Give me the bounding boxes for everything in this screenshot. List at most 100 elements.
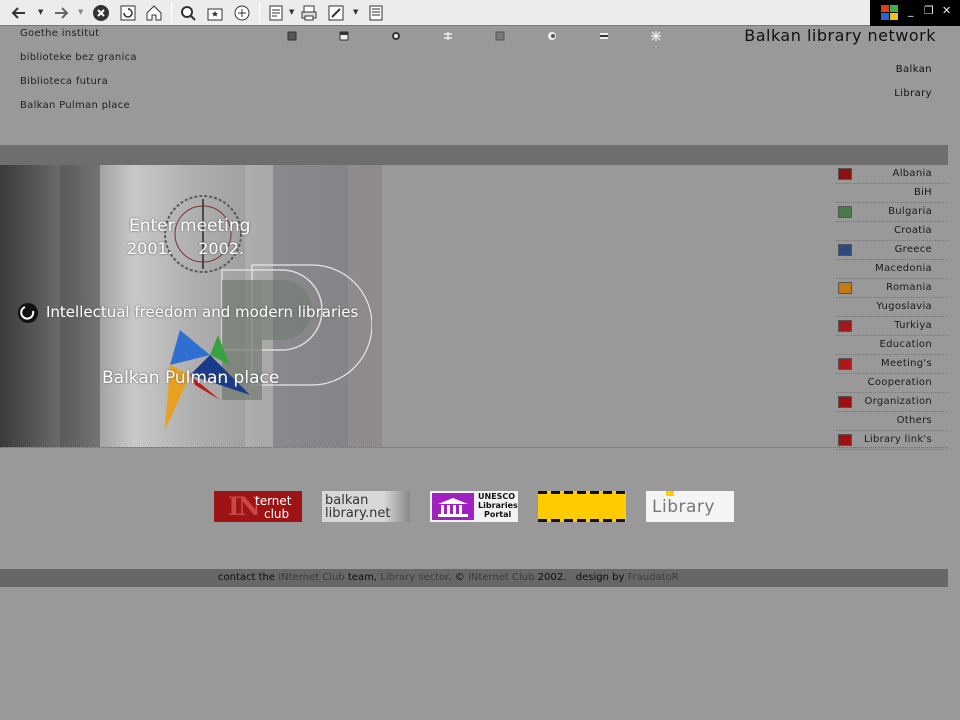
link-balkan-pulman-place[interactable]: Balkan Pulman place — [20, 99, 137, 123]
header-subtitle-library: Library — [894, 88, 932, 99]
nav-item-organization[interactable]: Organization — [836, 393, 948, 412]
history-dropdown-icon[interactable]: ▼ — [289, 8, 294, 16]
nav-item-yugoslavia[interactable]: Yugoslavia — [836, 298, 948, 317]
nav-item-label: Albania — [892, 168, 932, 179]
balkan-pulman-link[interactable]: Balkan Pulman place — [102, 368, 279, 388]
forward-icon[interactable] — [50, 3, 72, 23]
history-icon[interactable] — [265, 3, 287, 23]
mini-icon-8[interactable] — [650, 30, 662, 42]
nav-item-label: BiH — [913, 187, 932, 198]
windows-logo-area: _ ❐ ✕ — [870, 0, 960, 26]
media-icon[interactable] — [231, 3, 253, 23]
balkan-library-net-banner[interactable]: balkan library.net — [322, 491, 410, 522]
nav-item-label: Education — [879, 339, 932, 350]
header-band — [0, 145, 948, 165]
edit-icon[interactable] — [325, 3, 347, 23]
library-net-text: library.net — [325, 506, 391, 521]
forward-dropdown-icon[interactable]: ▼ — [78, 8, 83, 16]
flag-icon — [838, 206, 852, 218]
print-icon[interactable] — [298, 3, 320, 23]
internet-club-logo-letters: IN — [228, 492, 261, 521]
stop-icon[interactable] — [90, 3, 112, 23]
nav-item-croatia[interactable]: Croatia — [836, 222, 948, 241]
x-icon — [838, 320, 852, 332]
mini-icon-1[interactable] — [286, 30, 298, 42]
nav-item-turkiya[interactable]: Turkiya — [836, 317, 948, 336]
nav-item-bih[interactable]: BiH — [836, 184, 948, 203]
back-icon[interactable] — [8, 3, 30, 23]
header-subtitle-balkan: Balkan — [895, 64, 932, 75]
restore-icon[interactable]: ❐ — [924, 4, 934, 17]
unesco-libraries-portal-banner[interactable]: UNESCO Libraries Portal — [430, 491, 518, 522]
library-banner-text: Library — [652, 497, 715, 517]
intellectual-freedom-link[interactable]: Intellectual freedom and modern librarie… — [46, 303, 358, 321]
browser-toolbar: ▼ ▼ ▼ ▼ _ ❐ ✕ — [0, 0, 960, 26]
nav-item-label: Greece — [894, 244, 932, 255]
content-divider — [0, 447, 948, 448]
toolbar-separator — [171, 3, 172, 23]
nav-item-cooperation[interactable]: Cooperation — [836, 374, 948, 393]
meeting-years-link[interactable]: 2001. 2002. — [127, 239, 244, 258]
dash-border-bottom — [538, 519, 626, 522]
library-banner[interactable]: Library — [646, 491, 734, 522]
discuss-icon[interactable] — [365, 3, 387, 23]
back-dropdown-icon[interactable]: ▼ — [38, 8, 43, 16]
nav-item-macedonia[interactable]: Macedonia — [836, 260, 948, 279]
footer-fraudator-link[interactable]: FraudatoR — [628, 572, 679, 583]
mini-icon-2[interactable] — [338, 30, 350, 42]
internet-club-text-top: ternet — [255, 494, 292, 508]
unesco-logo-icon — [432, 493, 474, 520]
mini-icon-7[interactable] — [598, 30, 610, 42]
nav-item-albania[interactable]: Albania — [836, 165, 948, 184]
nav-item-label: Romania — [886, 282, 932, 293]
footer-text-1: contact the — [218, 572, 279, 583]
main-banner: Enter meeting 2001. 2002. Intellectual f… — [0, 165, 382, 447]
nav-item-label: Meeting's — [881, 358, 932, 369]
nav-item-label: Croatia — [893, 225, 932, 236]
red-square-icon — [838, 168, 852, 180]
link-biblioteke-bez-granica[interactable]: biblioteke bez granica — [20, 51, 137, 75]
nav-item-bulgaria[interactable]: Bulgaria — [836, 203, 948, 222]
minimize-icon[interactable]: _ — [908, 4, 914, 17]
mini-icon-5[interactable] — [494, 30, 506, 42]
unesco-text-2: Libraries — [478, 501, 518, 510]
mini-icon-4[interactable] — [442, 30, 454, 42]
library-banner-accent — [666, 491, 674, 496]
nav-item-meeting-s[interactable]: Meeting's — [836, 355, 948, 374]
footer-bar: contact the INternet Club team, Library … — [0, 569, 948, 587]
footer-internet-club-link[interactable]: INternet Club — [278, 572, 344, 583]
search-icon[interactable] — [177, 3, 199, 23]
nav-item-education[interactable]: Education — [836, 336, 948, 355]
nav-item-label: Others — [896, 415, 932, 426]
footer-text-3: . © — [448, 572, 468, 583]
footer-credits: contact the INternet Club team, Library … — [218, 572, 679, 583]
internet-club-banner[interactable]: IN ternet club — [214, 491, 302, 522]
side-nav: Albania BiH Bulgaria Croatia Greece Macedonia… — [836, 165, 948, 450]
internet-club-text-bottom: club — [264, 507, 290, 521]
home-icon[interactable] — [143, 3, 165, 23]
dot-icon — [838, 434, 852, 446]
windows-logo-icon — [881, 5, 898, 20]
dot-icon — [838, 396, 852, 408]
mini-icon-row — [286, 30, 666, 42]
refresh-icon[interactable] — [117, 3, 139, 23]
mini-icon-6[interactable] — [546, 30, 558, 42]
nav-item-others[interactable]: Others — [836, 412, 948, 431]
enter-meeting-link[interactable]: Enter meeting — [129, 216, 250, 236]
close-icon[interactable]: ✕ — [942, 4, 951, 17]
nav-item-romania[interactable]: Romania — [836, 279, 948, 298]
link-biblioteca-futura[interactable]: Biblioteca futura — [20, 75, 137, 99]
footer-internet-club-link-2[interactable]: INternet Club — [468, 572, 534, 583]
site-title: Balkan library network — [744, 26, 936, 45]
mini-icon-3[interactable] — [390, 30, 402, 42]
nav-item-label: Library link's — [864, 434, 932, 445]
nav-item-label: Bulgaria — [888, 206, 932, 217]
nav-item-greece[interactable]: Greece — [836, 241, 948, 260]
edit-dropdown-icon[interactable]: ▼ — [353, 8, 358, 16]
link-goethe-institut[interactable]: Goethe institut — [20, 27, 137, 51]
yellow-partner-banner[interactable] — [538, 491, 626, 522]
unesco-text-3: Portal — [484, 510, 512, 519]
footer-library-sector-link[interactable]: Library sector — [380, 572, 448, 583]
nav-item-label: Turkiya — [894, 320, 932, 331]
favorites-icon[interactable] — [204, 3, 226, 23]
